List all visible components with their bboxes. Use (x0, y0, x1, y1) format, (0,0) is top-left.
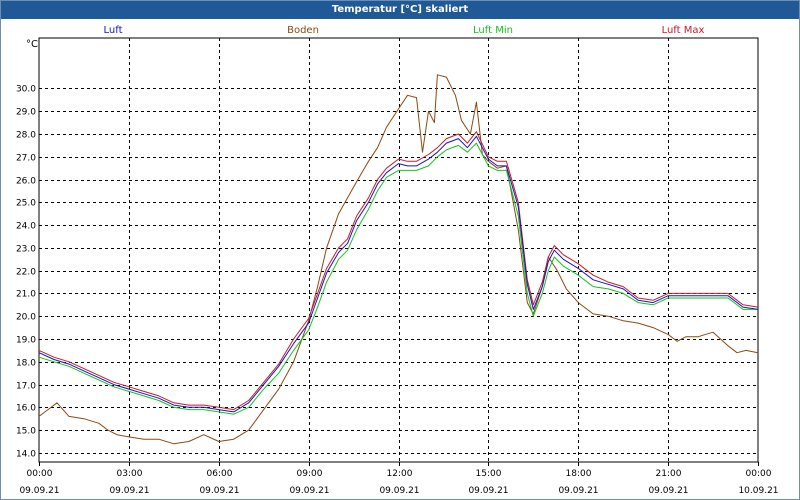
x-tick-date: 09.09.21 (19, 486, 59, 496)
y-tick-label: 20.0 (16, 313, 36, 323)
x-tick-date: 09.09.21 (468, 486, 508, 496)
x-tick-time: 21:00 (656, 469, 682, 479)
x-tick-time: 00:00 (746, 469, 772, 479)
y-tick-label: 29.0 (16, 108, 36, 118)
y-tick-label: 17.0 (16, 382, 36, 392)
y-tick-label: 22.0 (16, 268, 36, 278)
y-tick-label: 28.0 (16, 131, 36, 141)
x-tick-date: 10.09.21 (738, 486, 778, 496)
x-tick-time: 00:00 (27, 469, 53, 479)
x-tick-date: 09.09.21 (648, 486, 688, 496)
y-tick-label: 23.0 (16, 245, 36, 255)
plot-frame (38, 37, 759, 463)
x-tick-time: 18:00 (566, 469, 592, 479)
temperature-chart: 14.0 15.0 16.0 17.0 18.0 19.0 20.0 21.0 22.0 23.0… (16, 37, 779, 496)
x-tick-time: 12:00 (387, 469, 413, 479)
y-tick-label: 21.0 (16, 290, 36, 300)
y-tick-label: 16.0 (16, 404, 36, 414)
x-tick-date: 09.09.21 (109, 486, 149, 496)
x-tick-date: 09.09.21 (199, 486, 239, 496)
x-tick-time: 15:00 (476, 469, 502, 479)
y-tick-label: 30.0 (16, 85, 36, 95)
y-tick-label: 27.0 (16, 154, 36, 164)
y-tick-label: 24.0 (16, 222, 36, 232)
x-tick-time: 06:00 (207, 469, 233, 479)
y-tick-label: 26.0 (16, 177, 36, 187)
y-tick-label: 14.0 (16, 450, 36, 460)
y-tick-label: 19.0 (16, 336, 36, 346)
y-tick-label: 18.0 (16, 359, 36, 369)
x-tick-date: 09.09.21 (558, 486, 598, 496)
y-tick-label: 15.0 (16, 427, 36, 437)
x-tick-date: 09.09.21 (289, 486, 329, 496)
x-tick-time: 09:00 (297, 469, 323, 479)
x-tick-date: 09.09.21 (379, 486, 419, 496)
y-tick-label: 25.0 (16, 199, 36, 209)
x-tick-time: 03:00 (117, 469, 143, 479)
